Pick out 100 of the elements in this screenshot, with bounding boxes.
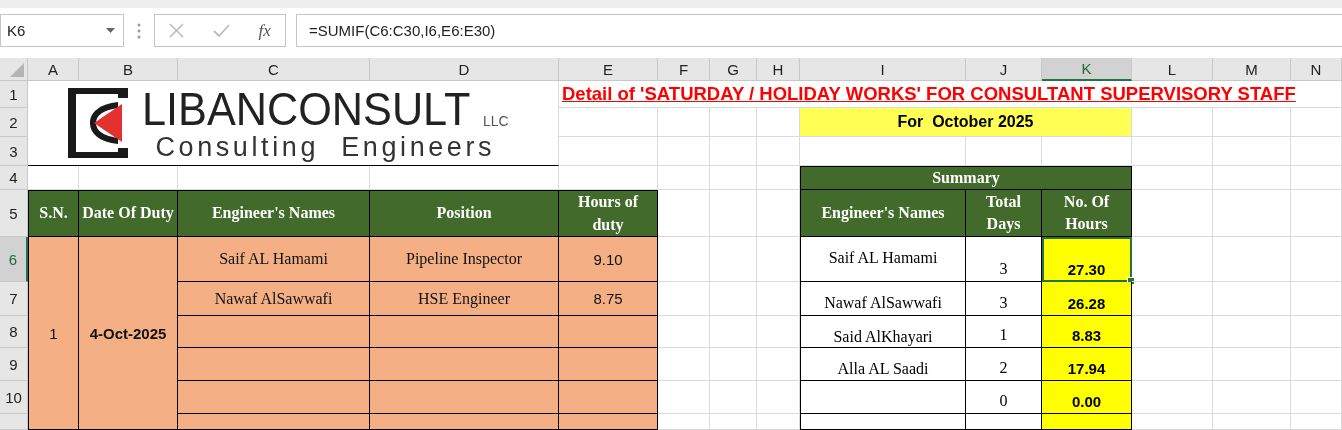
sheet-cell[interactable] [658, 414, 710, 430]
sheet-cell[interactable] [1291, 108, 1342, 137]
sheet-cell[interactable] [710, 348, 757, 381]
sheet-cell[interactable] [658, 381, 710, 414]
sheet-cell[interactable] [1042, 137, 1132, 166]
row-header[interactable]: 2 [0, 108, 28, 137]
sheet-cell[interactable] [1132, 137, 1213, 166]
sheet-cell[interactable] [710, 137, 757, 166]
sheet-cell[interactable] [658, 237, 710, 282]
sheet-cell[interactable] [1132, 282, 1213, 316]
sheet-cell[interactable] [1132, 348, 1213, 381]
column-header[interactable]: E [559, 58, 658, 81]
sheet-cell[interactable] [1132, 316, 1213, 348]
sheet-cell[interactable] [658, 166, 710, 190]
sheet-cell[interactable] [1213, 348, 1291, 381]
column-header[interactable]: A [28, 58, 79, 81]
column-header[interactable]: L [1132, 58, 1213, 81]
sheet-cell[interactable] [757, 282, 800, 316]
insert-function-button[interactable]: fx [258, 20, 271, 41]
sheet-cell[interactable] [559, 137, 658, 166]
sheet-cell[interactable] [757, 237, 800, 282]
sheet-cell[interactable] [757, 348, 800, 381]
sheet-cell[interactable] [1213, 237, 1291, 282]
sheet-cell[interactable] [757, 414, 800, 430]
sheet-cell[interactable] [1132, 237, 1213, 282]
sheet-cell[interactable] [559, 166, 658, 190]
row-header[interactable]: 6 [0, 237, 28, 282]
sheet-cell[interactable] [1213, 166, 1291, 190]
cancel-icon[interactable] [169, 23, 185, 38]
sheet-cell[interactable] [1291, 348, 1342, 381]
sheet-cell[interactable] [658, 137, 710, 166]
sheet-cell[interactable] [1132, 166, 1213, 190]
column-header[interactable]: K [1042, 58, 1132, 81]
sheet-cell[interactable] [658, 316, 710, 348]
column-header[interactable]: M [1213, 58, 1291, 81]
select-all-icon[interactable] [10, 63, 24, 77]
sheet-cell[interactable] [658, 282, 710, 316]
sheet-cell[interactable] [658, 348, 710, 381]
sheet-cell[interactable] [559, 108, 658, 137]
sheet-cell[interactable] [757, 316, 800, 348]
column-header[interactable]: J [966, 58, 1042, 81]
sheet-cell[interactable] [1132, 414, 1213, 430]
drag-handle-icon[interactable] [136, 22, 142, 40]
column-header[interactable]: F [658, 58, 710, 81]
sheet-cell[interactable] [800, 137, 966, 166]
checkmark-icon[interactable] [212, 23, 230, 38]
sheet-cell[interactable] [757, 381, 800, 414]
sheet-cell[interactable] [1132, 381, 1213, 414]
sheet-cell[interactable] [1213, 282, 1291, 316]
sheet-cell[interactable] [1213, 381, 1291, 414]
sheet-cell[interactable] [1213, 414, 1291, 430]
sheet-cell[interactable] [1291, 190, 1342, 237]
table-cell[interactable]: 8.83 [1042, 316, 1132, 348]
sheet-cell[interactable] [966, 137, 1042, 166]
sheet-cell[interactable] [658, 108, 710, 137]
sheet-cell[interactable] [1291, 414, 1342, 430]
sheet-cell[interactable] [1213, 190, 1291, 237]
sheet-cell[interactable] [757, 166, 800, 190]
name-box[interactable]: K6 [0, 14, 124, 47]
sheet-cell[interactable] [710, 414, 757, 430]
sheet-cell[interactable] [710, 282, 757, 316]
row-header[interactable]: 10 [0, 381, 28, 414]
table-cell[interactable]: 26.28 [1042, 282, 1132, 316]
column-header[interactable]: N [1291, 58, 1342, 81]
sheet-cell[interactable] [1291, 237, 1342, 282]
sheet-cell[interactable] [710, 381, 757, 414]
sheet-cell[interactable] [178, 166, 370, 190]
sheet-cell[interactable] [1213, 108, 1291, 137]
row-header[interactable]: 7 [0, 282, 28, 316]
sheet-cell[interactable] [1132, 190, 1213, 237]
sheet-cell[interactable] [710, 166, 757, 190]
row-header[interactable]: 1 [0, 81, 28, 108]
sheet-cell[interactable] [757, 137, 800, 166]
sheet-cell[interactable] [79, 166, 178, 190]
column-header[interactable]: G [710, 58, 757, 81]
sheet-cell[interactable] [1291, 282, 1342, 316]
row-header[interactable]: 9 [0, 348, 28, 381]
sheet-cell[interactable] [1132, 108, 1213, 137]
column-header[interactable]: C [178, 58, 370, 81]
sheet-cell[interactable] [28, 166, 79, 190]
sheet-cell[interactable] [658, 190, 710, 237]
sheet-cell[interactable] [1291, 316, 1342, 348]
column-header[interactable]: H [757, 58, 800, 81]
sheet-cell[interactable] [710, 237, 757, 282]
table-cell[interactable]: 0.00 [1042, 381, 1132, 414]
table-cell[interactable]: 17.94 [1042, 348, 1132, 381]
column-header[interactable]: I [800, 58, 966, 81]
sheet-cell[interactable] [757, 190, 800, 237]
row-header[interactable] [0, 414, 28, 430]
formula-field[interactable]: =SUMIF(C6:C30,I6,E6:E30) [296, 14, 1342, 47]
sheet-cell[interactable] [1291, 137, 1342, 166]
row-header[interactable]: 5 [0, 190, 28, 237]
row-header[interactable]: 3 [0, 137, 28, 166]
sheet-cell[interactable] [757, 108, 800, 137]
sheet-cell[interactable] [1291, 166, 1342, 190]
sheet-cell[interactable] [370, 166, 559, 190]
table-cell[interactable] [1042, 414, 1132, 430]
column-header[interactable]: B [79, 58, 178, 81]
sheet-cell[interactable] [1213, 137, 1291, 166]
row-header[interactable]: 4 [0, 166, 28, 190]
